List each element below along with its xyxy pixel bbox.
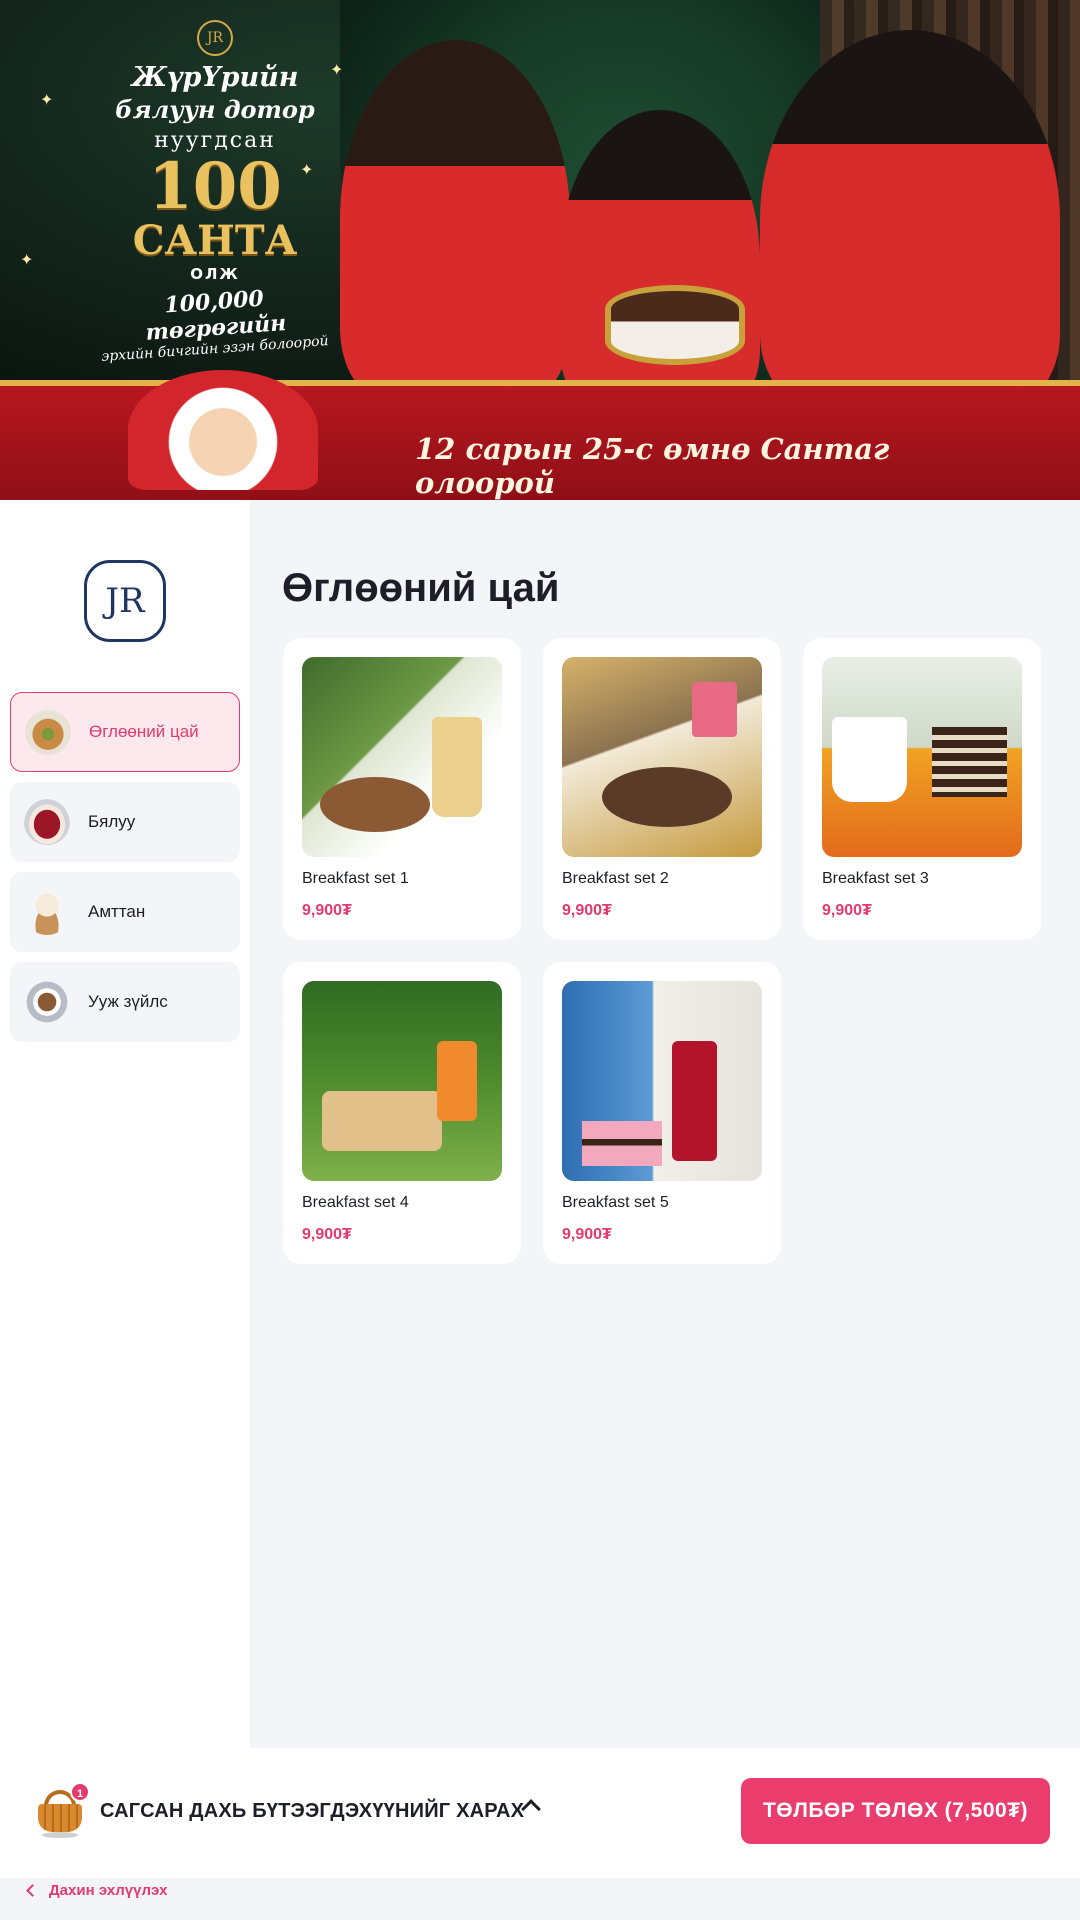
cake-icon — [24, 799, 70, 845]
product-price: 9,900₮ — [562, 902, 612, 919]
coffee-icon — [24, 979, 70, 1025]
product-card[interactable]: Breakfast set 3 9,900₮ — [803, 638, 1041, 940]
product-name: Breakfast set 5 — [562, 1194, 669, 1211]
category-label: Өглөөний цай — [89, 722, 199, 741]
category-dessert[interactable]: Амттан — [10, 872, 240, 952]
product-name: Breakfast set 4 — [302, 1194, 409, 1211]
pay-button[interactable]: ТӨЛБӨР ТӨЛӨХ (7,500₮) — [741, 1778, 1050, 1844]
product-price: 9,900₮ — [822, 902, 872, 919]
product-image — [562, 657, 762, 857]
sparkle-icon: ✦ — [20, 252, 34, 269]
chevron-left-icon — [26, 1884, 39, 1897]
product-image — [822, 657, 1022, 857]
cupcake-icon — [24, 889, 70, 935]
brand-logo: JR — [84, 560, 166, 642]
santa-icon — [128, 370, 318, 490]
restart-label: Дахин эхлүүлэх — [49, 1882, 168, 1899]
product-name: Breakfast set 3 — [822, 870, 929, 887]
product-name: Breakfast set 1 — [302, 870, 409, 887]
cart-bar: 1 САГСАН ДАХЬ БҮТЭЭГДЭХҮҮНИЙГ ХАРАХ ТӨЛБ… — [0, 1748, 1080, 1878]
product-image — [302, 981, 502, 1181]
category-cake[interactable]: Бялуу — [10, 782, 240, 862]
jr-badge-logo: JR — [197, 20, 233, 56]
woman-image — [340, 40, 570, 400]
promo-number: 100 — [148, 149, 282, 224]
product-card[interactable]: Breakfast set 2 9,900₮ — [543, 638, 781, 940]
promo-olj: ОЛЖ — [190, 265, 240, 283]
product-card[interactable]: Breakfast set 4 9,900₮ — [283, 962, 521, 1264]
ribbon-text: 12 сарын 25-с өмнө Сантаг олоорой — [415, 432, 890, 500]
product-image — [302, 657, 502, 857]
promo-banner: ✦ ✦ ✦ ✦ JR ЖүрҮрийн бялуун дотор нуугдса… — [0, 0, 1080, 500]
category-sidebar: JR Өглөөний цай Бялуу Амттан Ууж зүйлс — [0, 500, 250, 1748]
product-card[interactable]: Breakfast set 1 9,900₮ — [283, 638, 521, 940]
promo-text-block: JR ЖүрҮрийн бялуун дотор нуугдсан 100 СА… — [95, 20, 335, 365]
product-price: 9,900₮ — [302, 1226, 352, 1243]
product-card[interactable]: Breakfast set 5 9,900₮ — [543, 962, 781, 1264]
sparkle-icon: ✦ — [40, 92, 54, 109]
restart-link[interactable]: Дахин эхлүүлэх — [26, 1882, 168, 1899]
product-price: 9,900₮ — [302, 902, 352, 919]
category-breakfast[interactable]: Өглөөний цай — [10, 692, 240, 772]
promo-line2: бялуун дотор — [115, 95, 315, 124]
category-label: Ууж зүйлс — [88, 992, 168, 1011]
page-title: Өглөөний цай — [282, 566, 560, 610]
child-image — [560, 110, 760, 410]
category-label: Амттан — [88, 902, 146, 921]
cake-image — [605, 285, 745, 365]
promo-line1: ЖүрҮрийн — [131, 62, 299, 93]
category-drinks[interactable]: Ууж зүйлс — [10, 962, 240, 1042]
man-image — [760, 30, 1060, 410]
cart-count-badge: 1 — [70, 1782, 90, 1802]
product-image — [562, 981, 762, 1181]
sandwich-icon — [25, 709, 71, 755]
promo-santa: САНТА — [132, 217, 298, 264]
product-price: 9,900₮ — [562, 1226, 612, 1243]
category-label: Бялуу — [88, 812, 136, 831]
product-name: Breakfast set 2 — [562, 870, 669, 887]
view-cart-button[interactable]: САГСАН ДАХЬ БҮТЭЭГДЭХҮҮНИЙГ ХАРАХ — [100, 1800, 524, 1823]
